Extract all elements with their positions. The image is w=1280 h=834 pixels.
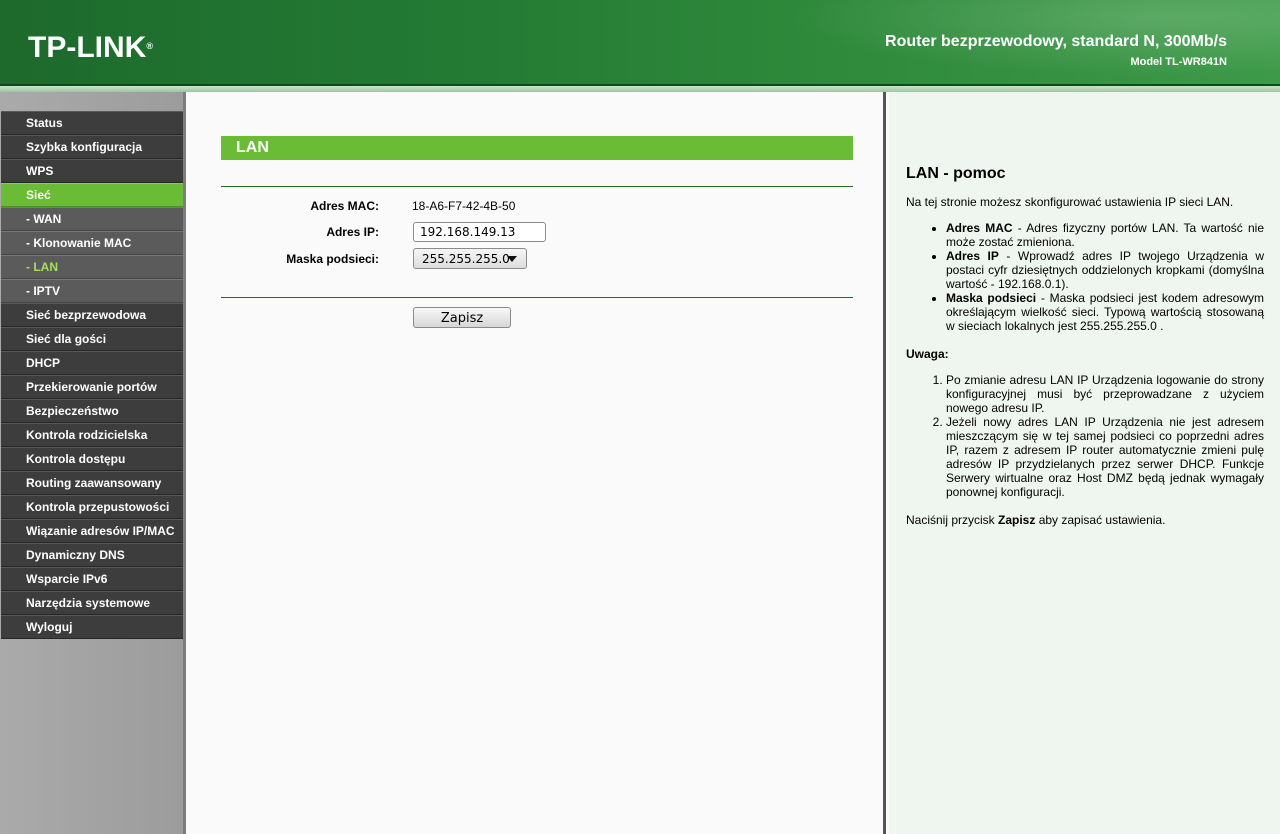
help-footer: Naciśnij przycisk Zapisz aby zapisać ust…: [906, 513, 1166, 527]
help-bullet-ip: Adres IP - Wprowadź adres IP twojego Urz…: [946, 249, 1264, 291]
sidebar-item-parental-control[interactable]: Kontrola rodzicielska: [1, 423, 183, 447]
product-title: Router bezprzewodowy, standard N, 300Mb/…: [885, 33, 1227, 50]
help-note-1: Po zmianie adresu LAN IP Urządzenia logo…: [946, 373, 1264, 415]
help-note-list: Po zmianie adresu LAN IP Urządzenia logo…: [906, 373, 1264, 499]
sidebar-item-dhcp[interactable]: DHCP: [1, 351, 183, 375]
help-panel: LAN - pomoc Na tej stronie możesz skonfi…: [889, 92, 1280, 834]
divider: [221, 186, 853, 187]
subnet-mask-label: Maska podsieci:: [286, 252, 379, 266]
help-note-2: Jeżeli nowy adres LAN IP Urządzenia nie …: [946, 415, 1264, 499]
help-bullet-mac: Adres MAC - Adres fizyczny portów LAN. T…: [946, 221, 1264, 249]
save-button[interactable]: Zapisz: [413, 307, 511, 328]
sidebar-item-port-forwarding[interactable]: Przekierowanie portów: [1, 375, 183, 399]
ip-address-input[interactable]: [413, 222, 546, 242]
header-banner: TP-LINK® Router bezprzewodowy, standard …: [0, 0, 1280, 86]
sidebar-item-advanced-routing[interactable]: Routing zaawansowany: [1, 471, 183, 495]
help-bullet-list: Adres MAC - Adres fizyczny portów LAN. T…: [906, 221, 1264, 333]
help-intro: Na tej stronie możesz skonfigurować usta…: [906, 195, 1234, 209]
sidebar-item-system-tools[interactable]: Narzędzia systemowe: [1, 591, 183, 615]
sidebar-item-logout[interactable]: Wyloguj: [1, 615, 183, 639]
sidebar: Status Szybka konfiguracja WPS Sieć - WA…: [0, 92, 186, 834]
main-panel: LAN Adres MAC: 18-A6-F7-42-4B-50 Adres I…: [189, 92, 886, 834]
model-name: Model TL-WR841N: [1130, 56, 1227, 68]
tp-link-logo: TP-LINK®: [28, 31, 153, 64]
sidebar-item-quick-setup[interactable]: Szybka konfiguracja: [1, 135, 183, 159]
sidebar-item-wireless[interactable]: Sieć bezprzewodowa: [1, 303, 183, 327]
help-note-label: Uwaga:: [906, 347, 949, 361]
ip-label: Adres IP:: [326, 225, 379, 239]
sidebar-item-wan[interactable]: - WAN: [1, 207, 183, 231]
sidebar-item-status[interactable]: Status: [1, 111, 183, 135]
sidebar-item-bandwidth-control[interactable]: Kontrola przepustowości: [1, 495, 183, 519]
mac-value: 18-A6-F7-42-4B-50: [412, 199, 516, 213]
help-title: LAN - pomoc: [906, 165, 1006, 182]
sidebar-item-security[interactable]: Bezpieczeństwo: [1, 399, 183, 423]
sidebar-item-ipv6[interactable]: Wsparcie IPv6: [1, 567, 183, 591]
sidebar-item-access-control[interactable]: Kontrola dostępu: [1, 447, 183, 471]
sidebar-item-guest-network[interactable]: Sieć dla gości: [1, 327, 183, 351]
sidebar-item-iptv[interactable]: - IPTV: [1, 279, 183, 303]
page-title: LAN: [221, 136, 853, 160]
divider: [221, 297, 853, 298]
sidebar-item-mac-clone[interactable]: - Klonowanie MAC: [1, 231, 183, 255]
help-bullet-mask: Maska podsieci - Maska podsieci jest kod…: [946, 291, 1264, 333]
sidebar-item-dynamic-dns[interactable]: Dynamiczny DNS: [1, 543, 183, 567]
sidebar-menu: Status Szybka konfiguracja WPS Sieć - WA…: [1, 111, 183, 639]
sidebar-item-wps[interactable]: WPS: [1, 159, 183, 183]
help-content: LAN - pomoc Na tej stronie możesz skonfi…: [906, 165, 1264, 539]
subnet-mask-value: 255.255.255.0: [422, 252, 510, 266]
sidebar-item-network[interactable]: Sieć: [1, 183, 183, 207]
subnet-mask-select[interactable]: 255.255.255.0: [413, 248, 527, 269]
sidebar-item-lan[interactable]: - LAN: [1, 255, 183, 279]
chevron-down-icon: [507, 256, 517, 262]
mac-label: Adres MAC:: [310, 199, 379, 213]
sidebar-item-ip-mac-binding[interactable]: Wiązanie adresów IP/MAC: [1, 519, 183, 543]
